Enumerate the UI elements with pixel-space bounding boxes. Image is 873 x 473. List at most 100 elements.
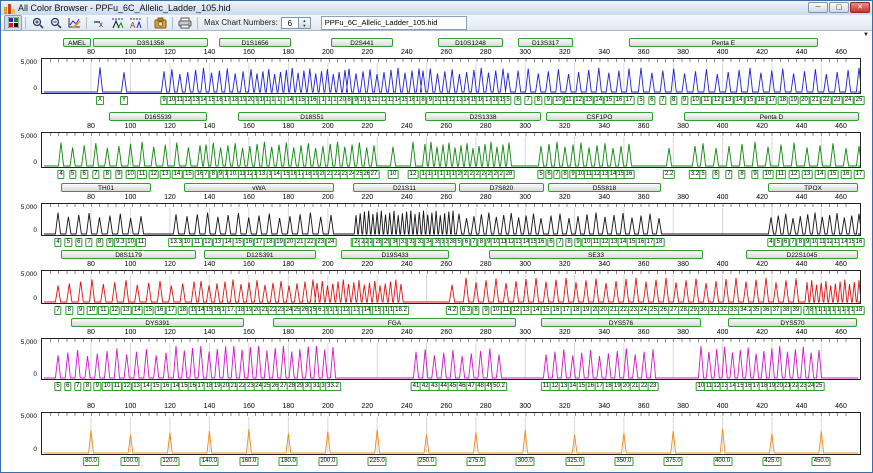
allele-label: X: [95, 96, 105, 105]
x-axis-tick-label: 380: [677, 329, 689, 336]
marker-header-d3s1358[interactable]: D3S1358: [93, 38, 208, 47]
marker-header-vwa[interactable]: vWA: [184, 183, 334, 192]
allele-label: 7: [470, 238, 478, 247]
x-axis-tick-label: 200: [322, 49, 334, 56]
plot-black[interactable]: [41, 203, 861, 236]
allele-label: 20: [284, 238, 296, 247]
plot-orange[interactable]: [41, 412, 861, 455]
x-axis-tick-label: 460: [835, 123, 847, 130]
allele-label: 7: [73, 382, 82, 391]
x-axis-tick-label: 180: [282, 403, 295, 410]
minimize-button[interactable]: ─: [808, 2, 828, 13]
x-axis-tick-label: 80: [87, 123, 95, 130]
marker-header-d19s433[interactable]: D19S433: [341, 250, 449, 259]
marker-header-d7s820[interactable]: D7S820: [459, 183, 544, 192]
electropherogram-trace: [44, 428, 858, 454]
all-colors-icon[interactable]: [4, 14, 22, 31]
marker-header-d22s1045[interactable]: D22S1045: [746, 250, 858, 259]
allele-label: 9: [482, 306, 490, 315]
allele-label: 5: [455, 238, 463, 247]
allele-label: 5: [504, 96, 512, 105]
marker-header-csf1po[interactable]: CSF1PO: [546, 112, 653, 121]
x-axis-tick-label: 240: [400, 123, 413, 130]
plot-blue[interactable]: [41, 58, 861, 94]
electropherogram-trace: [44, 67, 860, 93]
allele-label: 11: [775, 170, 787, 179]
marker-header-d2s1338[interactable]: D2S1338: [425, 112, 541, 121]
x-axis-tick-label: 260: [440, 49, 453, 56]
marker-header-se33[interactable]: SE33: [489, 250, 703, 259]
close-button[interactable]: ✕: [850, 2, 870, 13]
zoom-in-icon[interactable]: [29, 15, 47, 31]
plot-magenta[interactable]: [41, 338, 861, 380]
marker-header-d13s317[interactable]: D13S317: [518, 38, 573, 47]
plot-red[interactable]: [41, 270, 861, 304]
x-axis-tick-label: 100: [124, 403, 137, 410]
marker-header-d8s1179[interactable]: D8S1179: [61, 250, 196, 259]
allele-label: 8: [83, 382, 92, 391]
toolbar-separator: [172, 16, 173, 29]
allele-label: 33.2: [325, 382, 341, 391]
marker-header-fga[interactable]: FGA: [273, 318, 516, 327]
allele-label: 350.0: [614, 457, 634, 466]
chart-list-arrow-icon[interactable]: ▼: [863, 32, 869, 38]
marker-header-d12s391[interactable]: D12S391: [204, 250, 316, 259]
allele-label: 23: [647, 382, 659, 391]
marker-header-d2s441[interactable]: D2S441: [331, 38, 393, 47]
x-axis-tick-label: 140: [203, 194, 216, 201]
printer-icon[interactable]: [176, 15, 194, 31]
marker-header-dys391[interactable]: DYS391: [71, 318, 244, 327]
zoom-out-icon[interactable]: [47, 15, 65, 31]
allele-label-icon[interactable]: A: [126, 15, 144, 31]
x-axis-tick-label: 320: [558, 194, 571, 201]
title-bar[interactable]: All Color Browser - PPFu_6C_Allelic_Ladd…: [1, 1, 872, 16]
marker-header-d5s818[interactable]: D5S818: [548, 183, 661, 192]
plot-green[interactable]: [41, 132, 861, 168]
marker-header-d21s11[interactable]: D21S11: [353, 183, 456, 192]
toolbar-separator: [25, 16, 26, 29]
marker-header-th01[interactable]: TH01: [61, 183, 151, 192]
x-axis-tick-label: 460: [835, 329, 847, 336]
marker-header-dys576[interactable]: DYS576: [541, 318, 701, 327]
camera-icon[interactable]: [151, 15, 169, 31]
marker-header-d16s539[interactable]: D16S539: [109, 112, 207, 121]
marker-header-penta-d[interactable]: Penta D: [684, 112, 859, 121]
x-axis-tick-label: 280: [479, 49, 492, 56]
allele-label: 18: [263, 238, 275, 247]
max-chart-value[interactable]: 6: [280, 16, 299, 29]
remove-sizing-icon[interactable]: x: [90, 15, 108, 31]
x-axis-tick-label: 260: [440, 403, 453, 410]
allele-label: 225.0: [367, 457, 387, 466]
marker-header-dys570[interactable]: DYS570: [728, 318, 857, 327]
x-axis-tick-label: 400: [716, 329, 729, 336]
marker-header-d10s1248[interactable]: D10S1248: [438, 38, 503, 47]
x-axis-tick-label: 440: [795, 261, 808, 268]
file-tab[interactable]: PPFu_6C_Allelic_Ladder_105.hid: [320, 15, 467, 30]
x-axis-tick-label: 280: [479, 329, 492, 336]
x-axis-tick-label: 320: [558, 261, 571, 268]
max-chart-label: Max Chart Numbers:: [204, 18, 278, 27]
x-axis-tick-label: 80: [87, 194, 95, 201]
marker-header-d18s51[interactable]: D18S51: [238, 112, 386, 121]
allele-label: 8: [561, 170, 569, 179]
allele-label: 375.0: [663, 457, 683, 466]
marker-header-tpox[interactable]: TPOX: [768, 183, 858, 192]
marker-header-d1s1656[interactable]: D1S1656: [219, 38, 291, 47]
allele-label: 8: [477, 238, 486, 247]
marker-header-amel[interactable]: AMEL: [63, 38, 91, 47]
chart-settings-icon[interactable]: [65, 15, 83, 31]
trace-magenta: [44, 343, 858, 379]
x-axis-tick-label: 360: [637, 123, 650, 130]
trace-black: [44, 208, 860, 235]
x-axis-tick-label: 100: [124, 123, 137, 130]
x-axis-tick-label: 180: [282, 49, 295, 56]
spinner-down-icon[interactable]: ▼: [299, 23, 310, 28]
marker-header-penta-e[interactable]: Penta E: [629, 38, 818, 47]
x-axis-tick-label: 200: [322, 329, 334, 336]
maximize-button[interactable]: ▢: [829, 2, 849, 13]
peak-label-icon[interactable]: [108, 15, 126, 31]
allele-label: 7: [202, 170, 210, 179]
allele-label: 9: [544, 96, 552, 105]
x-axis-tick-label: 460: [835, 261, 847, 268]
allele-label: 5: [637, 96, 645, 105]
